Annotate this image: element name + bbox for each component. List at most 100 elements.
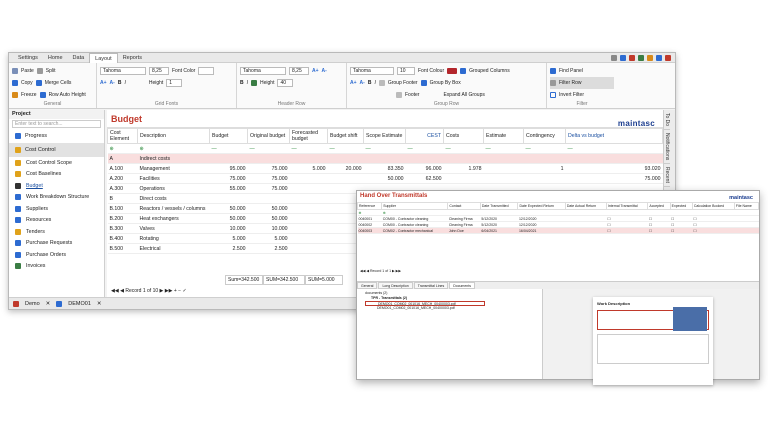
tab-long-description[interactable]: Long Description — [378, 282, 413, 289]
find-panel-button[interactable]: Find Panel — [559, 68, 583, 74]
table-cell[interactable] — [734, 227, 759, 234]
table-cell[interactable]: ☐ — [670, 227, 693, 234]
side-tab-notifications[interactable]: Notifications — [664, 130, 670, 165]
filter-icon[interactable]: ⊕ — [107, 143, 138, 154]
minimize-icon[interactable] — [611, 54, 617, 61]
table-row[interactable]: A Indirect costs — [107, 153, 663, 164]
font-color-picker[interactable] — [198, 67, 215, 75]
column-header[interactable]: Contact — [447, 202, 481, 210]
column-header[interactable]: Costs — [443, 128, 484, 144]
grow-font-icon[interactable]: A+ — [350, 80, 357, 86]
italic-icon[interactable]: I — [124, 80, 125, 86]
nav-wbs[interactable]: Work Breakdown Structure — [9, 192, 104, 204]
column-header[interactable]: Cost Element — [107, 128, 138, 144]
info-icon[interactable] — [656, 54, 662, 61]
group-by-box-button[interactable]: Group By Box — [430, 80, 461, 86]
group-font-select[interactable]: Tahoma — [350, 67, 394, 75]
tab-layout[interactable]: Layout — [89, 52, 118, 63]
split-button[interactable]: Split — [46, 68, 56, 74]
bold-icon[interactable]: B — [368, 80, 372, 86]
doc-tab-demo[interactable]: Demo — [25, 301, 40, 307]
freeze-button[interactable]: Freeze — [21, 92, 37, 98]
filter-icon[interactable]: ⊕ — [137, 143, 210, 154]
tab-home[interactable]: Home — [43, 53, 68, 63]
users-icon[interactable] — [638, 54, 644, 61]
group-font-size[interactable]: 10 — [397, 67, 415, 75]
header-font-select[interactable]: Tahoma — [240, 67, 286, 75]
folder-icon[interactable] — [647, 54, 653, 61]
column-header[interactable]: Expected — [669, 202, 693, 210]
side-tab-recent[interactable]: Recent — [664, 164, 670, 188]
grid-font-size[interactable]: 8,25 — [149, 67, 169, 75]
grid-font-select[interactable]: Tahoma — [100, 67, 146, 75]
shrink-font-icon[interactable]: A- — [360, 80, 365, 86]
table-row[interactable]: A.100 Management 95.000 75.000 5.000 20.000 83… — [107, 163, 663, 174]
section-cost-control[interactable]: Cost Control — [9, 143, 104, 157]
footer-button[interactable]: Footer — [405, 92, 419, 98]
grow-font-icon[interactable]: A+ — [312, 68, 319, 74]
column-header[interactable]: Budget shift — [327, 128, 364, 144]
column-header[interactable]: Forecasted budget — [289, 128, 328, 144]
project-search-input[interactable]: Enter text to search... — [12, 120, 101, 128]
filter-row[interactable]: ⊕ ⊕ — — — — — — — — — — — [107, 143, 663, 154]
section-progress[interactable]: Progress — [9, 129, 104, 143]
copy-button[interactable]: Copy — [21, 80, 33, 86]
nav-purchase-requests[interactable]: Purchase Requests — [9, 238, 104, 250]
column-header[interactable]: Budget — [209, 128, 248, 144]
bold-icon[interactable]: B — [240, 80, 244, 86]
italic-icon[interactable]: I — [374, 80, 375, 86]
doc-tab-demo01[interactable]: DEMO01 — [68, 301, 91, 307]
column-header[interactable]: Accepted — [647, 202, 671, 210]
grow-font-icon[interactable]: A+ — [100, 80, 107, 86]
column-header[interactable]: Supplier — [381, 202, 449, 210]
column-header[interactable]: Reference — [356, 202, 383, 210]
header-height-input[interactable]: 40 — [277, 79, 294, 87]
nav-resources[interactable]: Resources — [9, 215, 104, 227]
column-header[interactable]: Date Expected Return — [517, 202, 566, 210]
nav-tenders[interactable]: Tenders — [9, 226, 104, 238]
invert-filter-button[interactable]: Invert Filter — [559, 92, 584, 98]
tab-general[interactable]: General — [357, 282, 378, 289]
dialog-record-navigator[interactable]: ◀◀ ◀ Record 1 of 1 ▶ ▶▶ — [360, 269, 401, 273]
header-font-size[interactable]: 8,25 — [289, 67, 309, 75]
side-tab-todo[interactable]: To Do — [664, 110, 670, 131]
nav-cost-baselines[interactable]: Cost Baselines — [9, 169, 104, 181]
column-header[interactable]: Date Actual Return — [564, 202, 607, 210]
row-auto-height-button[interactable]: Row Auto Height — [49, 92, 86, 98]
table-cell[interactable]: ☐ — [692, 227, 735, 234]
table-row[interactable]: 0040003 COM02 - Contractor mechanical John… — [357, 227, 759, 234]
tab-settings[interactable]: Settings — [13, 53, 43, 63]
tab-transmittal-lines[interactable]: Transmittal Lines — [413, 282, 449, 289]
record-navigator[interactable]: ◀◀ ◀ Record 1 of 10 ▶ ▶▶ + − ✓ — [107, 286, 187, 297]
column-header[interactable]: CEST — [405, 128, 444, 144]
tab-documents[interactable]: Documents — [449, 282, 475, 289]
column-header[interactable]: Internal Transmittal — [605, 202, 649, 210]
shrink-font-icon[interactable]: A- — [110, 80, 115, 86]
shrink-font-icon[interactable]: A- — [322, 68, 327, 74]
nav-budget[interactable]: Budget — [9, 180, 104, 192]
column-header[interactable]: Date Transmitted — [479, 202, 519, 210]
globe-icon[interactable] — [620, 54, 626, 61]
alert-icon[interactable] — [629, 54, 635, 61]
close-icon[interactable]: ✕ — [97, 301, 102, 307]
nav-purchase-orders[interactable]: Purchase Orders — [9, 249, 104, 261]
tab-reports[interactable]: Reports — [118, 53, 147, 63]
table-row[interactable]: A.200 Facilities 75.000 75.000 50.000 62.500 7… — [107, 173, 663, 184]
column-header[interactable]: Contingency — [523, 128, 566, 144]
apps-icon[interactable] — [665, 54, 671, 61]
bold-icon[interactable]: B — [118, 80, 122, 86]
font-colour-picker[interactable] — [447, 68, 458, 74]
filter-row-button[interactable]: Filter Row — [559, 80, 582, 86]
column-header[interactable]: Estimate — [483, 128, 524, 144]
merge-cells-button[interactable]: Merge Cells — [45, 80, 72, 86]
group-footer-button[interactable]: Group Footer — [388, 80, 418, 86]
grouped-columns-button[interactable]: Grouped Columns — [469, 68, 510, 74]
tab-data[interactable]: Data — [68, 53, 90, 63]
column-header[interactable]: Original budget — [247, 128, 290, 144]
italic-icon[interactable]: I — [247, 80, 248, 86]
tree-file[interactable]: DEMO01_COM02_001016_MECH_00400003.pdf — [365, 306, 529, 311]
table-cell[interactable]: ☐ — [647, 227, 671, 234]
column-header[interactable]: Description — [137, 128, 210, 144]
nav-cost-control-scope[interactable]: Cost Control Scope — [9, 157, 104, 169]
nav-suppliers[interactable]: Suppliers — [9, 203, 104, 215]
